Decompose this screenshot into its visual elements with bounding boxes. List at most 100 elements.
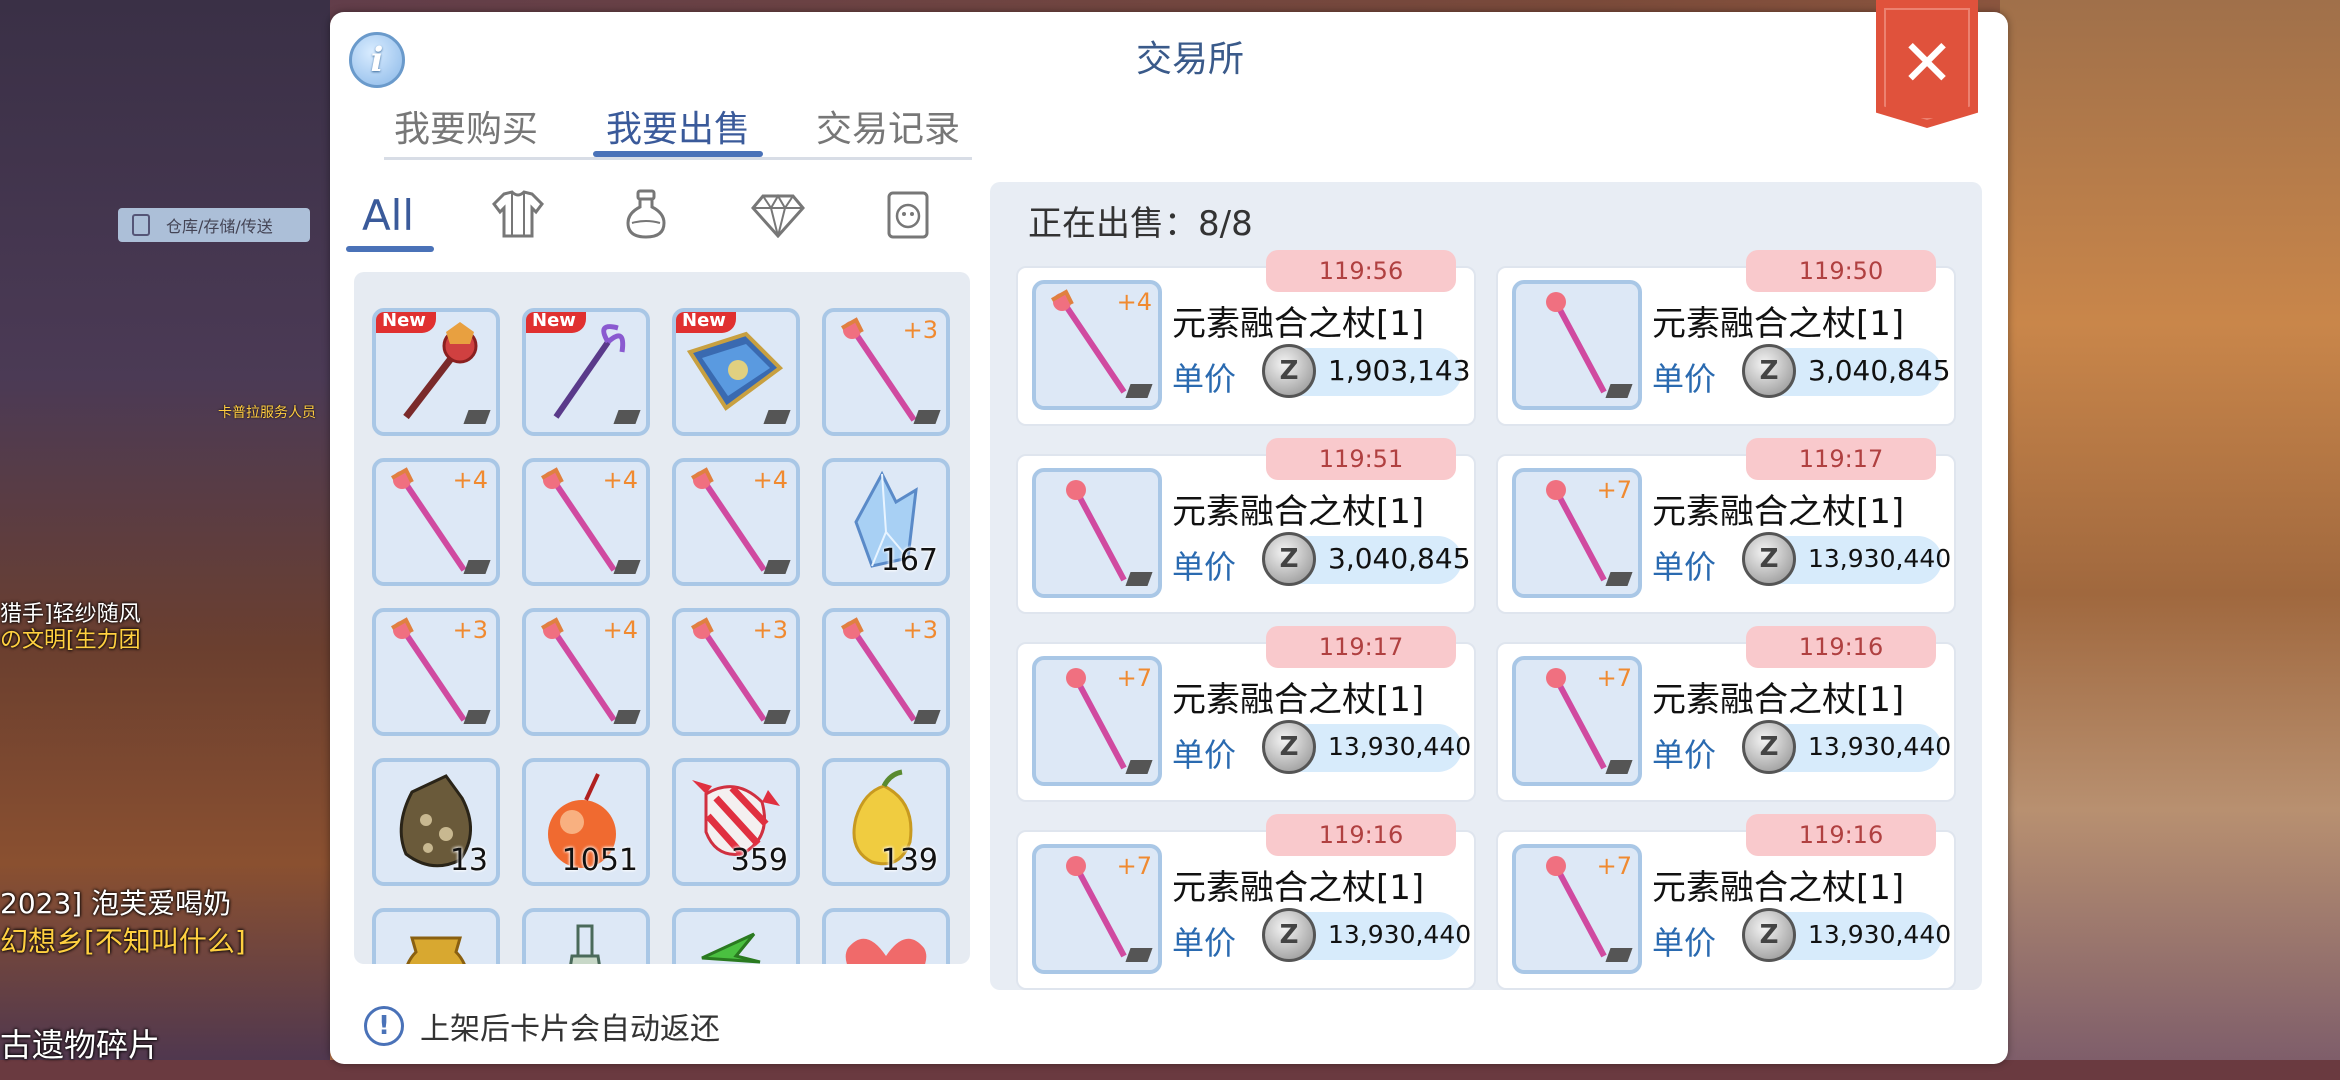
inventory-slot[interactable]: 13 — [372, 758, 500, 886]
filter-gem[interactable] — [728, 180, 828, 250]
refine-level: +4 — [1116, 288, 1152, 316]
warehouse-teleport-button[interactable]: 仓库/存储/传送 — [118, 208, 310, 242]
filter-consumable[interactable] — [596, 180, 696, 250]
active-tab-indicator — [593, 151, 763, 157]
item-icon-slot — [1512, 280, 1642, 410]
selling-item-card[interactable]: 119:16 +7 元素融合之杖[1] 单价 Z 13,930,440 — [1016, 814, 1476, 990]
notice-icon: ! — [364, 1006, 404, 1046]
selling-item-card[interactable]: 119:51 元素融合之杖[1] 单价 Z 3,040,845 — [1016, 438, 1476, 614]
selling-item-card[interactable]: 119:17 +7 元素融合之杖[1] 单价 Z 13,930,440 — [1016, 626, 1476, 802]
player-guild: の文明[生力团 — [0, 628, 141, 653]
inventory-slot[interactable]: +4 — [522, 608, 650, 736]
npc-name: 卡普拉服务人员 — [218, 405, 316, 421]
remaining-time: 119:16 — [1266, 814, 1456, 856]
inventory-slot[interactable]: +4 — [372, 458, 500, 586]
player-guild: 幻想乡[不知叫什么] — [0, 925, 246, 958]
filter-card[interactable] — [858, 180, 958, 250]
zeny-coin-icon: Z — [1742, 532, 1796, 586]
remaining-time: 119:56 — [1266, 250, 1456, 292]
inventory-slot[interactable]: +4 — [522, 458, 650, 586]
potion-icon — [626, 189, 666, 239]
item-name: 元素融合之杖[1] — [1652, 492, 1905, 532]
game-world-right — [2000, 0, 2340, 1080]
armor-icon — [492, 190, 544, 238]
inventory-slot[interactable] — [822, 908, 950, 964]
refine-level: +7 — [1596, 852, 1632, 880]
page-title: 交易所 — [1135, 39, 1244, 80]
refine-level: +4 — [602, 616, 638, 644]
inventory-slot[interactable] — [522, 908, 650, 964]
zeny-coin-icon: Z — [1262, 532, 1316, 586]
info-button[interactable]: i — [349, 32, 405, 88]
zeny-coin-icon: Z — [1742, 908, 1796, 962]
selling-list: 正在出售：8/8 119:56 +4 元素融合之杖[1] 单价 Z 1,903,… — [990, 182, 1982, 990]
refine-level: +3 — [752, 616, 788, 644]
item-icon-slot: +7 — [1512, 468, 1642, 598]
item-icon-slot: +4 — [1032, 280, 1162, 410]
new-badge: New — [526, 312, 586, 333]
inventory-slot[interactable]: +3 — [672, 608, 800, 736]
item-name: 元素融合之杖[1] — [1172, 868, 1425, 908]
bottom-notification: 古遗物碎片 — [0, 1026, 161, 1064]
item-count: 359 — [730, 843, 788, 878]
inventory-slot[interactable]: 139 — [822, 758, 950, 886]
inventory-slot[interactable] — [672, 908, 800, 964]
selling-item-card[interactable]: 119:56 +4 元素融合之杖[1] 单价 Z 1,903,143 — [1016, 250, 1476, 426]
tab-sell[interactable]: 我要出售 — [606, 100, 750, 152]
notice-text: 上架后卡片会自动返还 — [420, 1012, 720, 1047]
zeny-coin-icon: Z — [1742, 720, 1796, 774]
selling-item-card[interactable]: 119:50 元素融合之杖[1] 单价 Z 3,040,845 — [1496, 250, 1956, 426]
inventory-slot[interactable]: +3 — [372, 608, 500, 736]
zeny-coin-icon: Z — [1262, 908, 1316, 962]
inventory-slot[interactable]: 359 — [672, 758, 800, 886]
zeny-coin-icon: Z — [1262, 720, 1316, 774]
unit-price: 13,930,440 — [1808, 732, 1952, 761]
remaining-time: 119:17 — [1266, 626, 1456, 668]
unit-price: 3,040,845 — [1808, 354, 1951, 387]
inventory-slot[interactable] — [372, 908, 500, 964]
inventory-grid: New New New +3 +4 +4 +4 167 +3 +4 +3 +3 … — [354, 272, 970, 964]
item-icon-slot: +7 — [1032, 844, 1162, 974]
inventory-slot[interactable]: New — [672, 308, 800, 436]
inventory-slot[interactable]: +3 — [822, 608, 950, 736]
refine-level: +4 — [752, 466, 788, 494]
card-return-notice: ! 上架后卡片会自动返还 — [364, 1004, 720, 1048]
item-name: 元素融合之杖[1] — [1652, 680, 1905, 720]
new-badge: New — [376, 312, 436, 333]
refine-level: +7 — [1116, 852, 1152, 880]
active-filter-indicator — [346, 246, 434, 252]
inventory-slot[interactable]: 1051 — [522, 758, 650, 886]
item-name: 元素融合之杖[1] — [1172, 492, 1425, 532]
filter-all[interactable]: All — [338, 180, 438, 250]
item-name: 元素融合之杖[1] — [1652, 304, 1905, 344]
filter-armor[interactable] — [468, 180, 568, 250]
item-name: 元素融合之杖[1] — [1652, 868, 1905, 908]
inventory-slot[interactable]: 167 — [822, 458, 950, 586]
refine-level: +7 — [1596, 664, 1632, 692]
selling-count: 正在出售：8/8 — [1028, 204, 1253, 244]
selling-item-card[interactable]: 119:16 +7 元素融合之杖[1] 单价 Z 13,930,440 — [1496, 814, 1956, 990]
bottle-icon — [569, 924, 601, 964]
tab-history[interactable]: 交易记录 — [816, 100, 960, 152]
item-icon-slot: +7 — [1032, 656, 1162, 786]
golden-pot-icon — [406, 936, 466, 964]
item-count: 13 — [449, 843, 488, 878]
new-badge: New — [676, 312, 736, 333]
remaining-time: 119:50 — [1746, 250, 1936, 292]
item-icon-slot: +7 — [1512, 844, 1642, 974]
warehouse-icon — [132, 214, 150, 236]
unit-price-label: 单价 — [1172, 924, 1237, 962]
tab-bar: 我要购买 我要出售 交易记录 — [384, 96, 972, 160]
remaining-time: 119:16 — [1746, 626, 1936, 668]
inventory-slot[interactable]: +3 — [822, 308, 950, 436]
gem-icon — [751, 194, 805, 238]
unit-price: 13,930,440 — [1328, 920, 1472, 949]
tab-buy[interactable]: 我要购买 — [394, 100, 538, 152]
selling-item-card[interactable]: 119:17 +7 元素融合之杖[1] 单价 Z 13,930,440 — [1496, 438, 1956, 614]
selling-item-card[interactable]: 119:16 +7 元素融合之杖[1] 单价 Z 13,930,440 — [1496, 626, 1956, 802]
unit-price-label: 单价 — [1172, 548, 1237, 586]
inventory-slot[interactable]: +4 — [672, 458, 800, 586]
inventory-slot[interactable]: New — [372, 308, 500, 436]
close-button[interactable]: ✕ — [1876, 0, 1978, 128]
inventory-slot[interactable]: New — [522, 308, 650, 436]
